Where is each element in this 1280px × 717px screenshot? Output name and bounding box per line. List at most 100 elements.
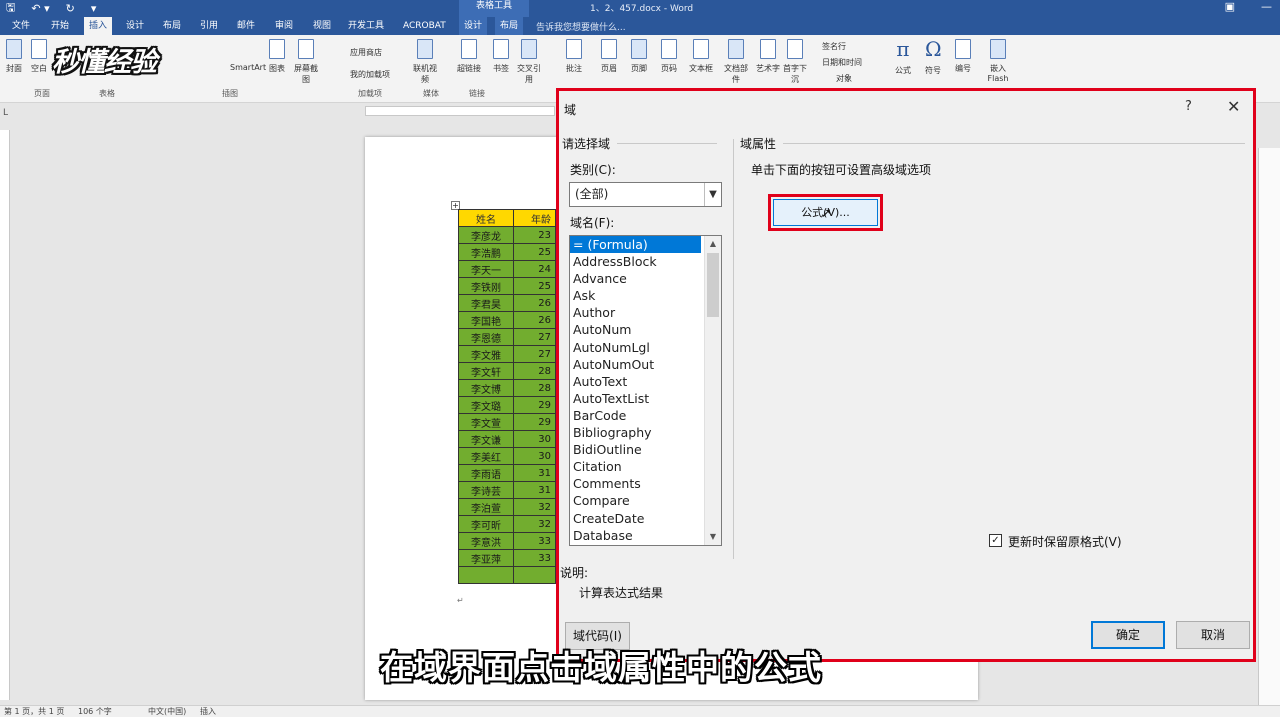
table-cell[interactable]: 30 [513, 430, 556, 448]
undo-icon[interactable]: ↶ ▾ [31, 2, 49, 15]
ruler-tab-selector[interactable]: L [3, 108, 8, 118]
table-cell[interactable]: 李文博 [458, 379, 514, 397]
table-cell[interactable]: 李诗芸 [458, 481, 514, 499]
list-item[interactable]: Bibliography [570, 424, 721, 441]
table-cell[interactable] [513, 566, 556, 584]
table-cell[interactable]: 李恩德 [458, 328, 514, 346]
list-item[interactable]: BidiOutline [570, 441, 721, 458]
table-cell[interactable]: 李文萱 [458, 413, 514, 431]
list-scrollbar[interactable]: ▲ ▼ [704, 236, 721, 545]
field-names-list[interactable]: = (Formula) AddressBlock Advance Ask Author A… [569, 235, 722, 546]
tab-8[interactable]: 视图 [308, 17, 336, 35]
chevron-down-icon[interactable]: ▼ [704, 183, 721, 206]
table-cell[interactable]: 25 [513, 277, 556, 295]
ribbon-button-9[interactable]: 交叉引用 [516, 39, 542, 85]
list-item[interactable]: AddressBlock [570, 253, 721, 270]
page-count[interactable]: 第 1 页，共 1 页 [4, 706, 64, 717]
tab-7[interactable]: 审阅 [270, 17, 298, 35]
table-cell[interactable]: 李浩鹏 [458, 243, 514, 261]
input-mode[interactable]: 插入 [200, 706, 216, 717]
list-item[interactable]: = (Formula) [570, 236, 701, 254]
context-tab-0[interactable]: 设计 [459, 17, 488, 35]
table-cell[interactable]: 李亚萍 [458, 549, 514, 567]
list-item[interactable]: AutoNumOut [570, 356, 721, 373]
ribbon-button-7[interactable]: 超链接 [456, 39, 482, 74]
list-item[interactable]: Comments [570, 475, 721, 492]
ribbon-button-8[interactable]: 书签 [488, 39, 514, 74]
table-cell[interactable]: 27 [513, 345, 556, 363]
table-cell[interactable]: 李铁刚 [458, 277, 514, 295]
list-item[interactable]: Compare [570, 492, 721, 509]
table-cell[interactable]: 25 [513, 243, 556, 261]
category-dropdown[interactable]: (全部) ▼ [569, 182, 722, 207]
preserve-format-label[interactable]: 更新时保留原格式(V) [1008, 533, 1122, 550]
ribbon-button-10[interactable]: 批注 [561, 39, 587, 74]
ribbon-small-cmd-1[interactable]: 我的加载项 [350, 69, 390, 80]
table-cell[interactable]: 李可昕 [458, 515, 514, 533]
table-cell[interactable]: 李天一 [458, 260, 514, 278]
ribbon-button-6[interactable]: 联机视频 [412, 39, 438, 85]
language[interactable]: 中文(中国) [148, 706, 186, 717]
tab-3[interactable]: 设计 [121, 17, 149, 35]
redo-icon[interactable]: ↻ [66, 2, 75, 15]
ribbon-button-20[interactable]: 编号 [950, 39, 976, 74]
table-cell[interactable]: 29 [513, 413, 556, 431]
help-icon[interactable]: ? [1185, 99, 1192, 114]
table-cell[interactable] [458, 566, 514, 584]
close-icon[interactable]: ✕ [1227, 97, 1240, 116]
ribbon-button-15[interactable]: 文档部件 [723, 39, 749, 85]
ribbon-small-cmd-3[interactable]: 日期和时间 [822, 57, 862, 68]
table-cell[interactable]: 李文璐 [458, 396, 514, 414]
tab-9[interactable]: 开发工具 [343, 17, 389, 35]
ribbon-button-1[interactable]: 空白 [26, 39, 52, 74]
tell-me-search[interactable]: 告诉我您想要做什么... [536, 20, 626, 33]
context-tab-1[interactable]: 布局 [495, 17, 524, 35]
list-item[interactable]: Database [570, 527, 721, 544]
scroll-thumb[interactable] [707, 253, 719, 317]
ribbon-button-18[interactable]: π 公式 [890, 39, 916, 76]
table-cell[interactable]: 31 [513, 481, 556, 499]
table-cell[interactable]: 李意洪 [458, 532, 514, 550]
table-cell[interactable]: 27 [513, 328, 556, 346]
tab-4[interactable]: 布局 [158, 17, 186, 35]
ribbon-button-5[interactable]: 屏幕截图 [293, 39, 319, 85]
vertical-ruler[interactable] [0, 130, 10, 700]
scroll-up-icon[interactable]: ▲ [705, 236, 721, 252]
tab-1[interactable]: 开始 [46, 17, 74, 35]
ribbon-button-3[interactable]: SmartArt [230, 63, 266, 72]
table-cell[interactable]: 李雨语 [458, 464, 514, 482]
table-cell[interactable]: 李彦龙 [458, 226, 514, 244]
ribbon-button-16[interactable]: 艺术字 [755, 39, 781, 74]
table-cell[interactable]: 29 [513, 396, 556, 414]
table-cell[interactable]: 李君昊 [458, 294, 514, 312]
list-item[interactable]: AutoTextList [570, 390, 721, 407]
ribbon-small-cmd-4[interactable]: 对象 [836, 73, 852, 84]
table-cell[interactable]: 31 [513, 464, 556, 482]
ribbon-button-19[interactable]: Ω 符号 [920, 39, 946, 76]
list-item[interactable]: Author [570, 304, 721, 321]
table-cell[interactable]: 24 [513, 260, 556, 278]
list-item[interactable]: Citation [570, 458, 721, 475]
tab-0[interactable]: 文件 [7, 17, 35, 35]
list-item[interactable]: AutoNumLgl [570, 339, 721, 356]
tab-6[interactable]: 邮件 [232, 17, 260, 35]
list-item[interactable]: CreateDate [570, 510, 721, 527]
ribbon-small-cmd-0[interactable]: 应用商店 [350, 47, 382, 58]
table-cell[interactable]: 28 [513, 362, 556, 380]
ribbon-button-4[interactable]: 图表 [264, 39, 290, 74]
horizontal-ruler[interactable] [365, 106, 555, 116]
tab-2[interactable]: 插入 [84, 17, 113, 35]
list-item[interactable]: BarCode [570, 407, 721, 424]
word-count[interactable]: 106 个字 [78, 706, 112, 717]
list-item[interactable]: Ask [570, 287, 721, 304]
ribbon-small-cmd-2[interactable]: 签名行 [822, 41, 846, 52]
table-cell[interactable]: 26 [513, 311, 556, 329]
list-item[interactable]: AutoNum [570, 321, 721, 338]
ribbon-options-icon[interactable]: ▣ [1225, 0, 1235, 13]
table-cell[interactable]: 李泊萱 [458, 498, 514, 516]
cancel-button[interactable]: 取消 [1176, 621, 1250, 649]
table-cell[interactable]: 23 [513, 226, 556, 244]
data-table[interactable]: 姓名 年龄 李彦龙 23 李浩鹏 25 李天一 24 李铁刚 25 李君昊 26 李国艳 26 李恩德 27 李… [458, 209, 556, 584]
table-cell[interactable]: 李文轩 [458, 362, 514, 380]
ribbon-button-17[interactable]: 首字下沉 [782, 39, 808, 85]
